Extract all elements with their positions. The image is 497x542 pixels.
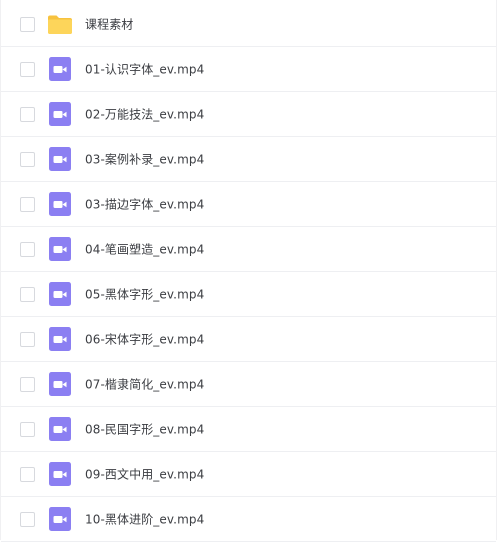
file-name[interactable]: 05-黑体字形_ev.mp4 (85, 286, 204, 303)
row-checkbox[interactable] (20, 332, 35, 347)
video-file-icon (47, 371, 73, 397)
row-checkbox[interactable] (20, 62, 35, 77)
folder-icon (47, 11, 73, 37)
row-checkbox[interactable] (20, 107, 35, 122)
file-row[interactable]: 03-案例补录_ev.mp4 (1, 137, 496, 182)
file-name[interactable]: 04-笔画塑造_ev.mp4 (85, 241, 204, 258)
file-row[interactable]: 02-万能技法_ev.mp4 (1, 92, 496, 137)
file-row[interactable]: 09-西文中用_ev.mp4 (1, 452, 496, 497)
file-row[interactable]: 03-描边字体_ev.mp4 (1, 182, 496, 227)
video-file-icon (47, 461, 73, 487)
video-file-icon (47, 101, 73, 127)
video-file-icon (47, 146, 73, 172)
file-name[interactable]: 02-万能技法_ev.mp4 (85, 106, 204, 123)
video-file-icon (47, 236, 73, 262)
file-row[interactable]: 04-笔画塑造_ev.mp4 (1, 227, 496, 272)
file-row[interactable]: 06-宋体字形_ev.mp4 (1, 317, 496, 362)
file-name[interactable]: 07-楷隶简化_ev.mp4 (85, 376, 204, 393)
row-checkbox[interactable] (20, 512, 35, 527)
folder-row[interactable]: 课程素材 (1, 2, 496, 47)
video-file-icon (47, 56, 73, 82)
video-file-icon (47, 191, 73, 217)
video-file-icon (47, 326, 73, 352)
file-name[interactable]: 09-西文中用_ev.mp4 (85, 466, 204, 483)
file-row[interactable]: 01-认识字体_ev.mp4 (1, 47, 496, 92)
row-checkbox[interactable] (20, 377, 35, 392)
video-file-icon (47, 281, 73, 307)
row-checkbox[interactable] (20, 197, 35, 212)
file-row[interactable]: 08-民国字形_ev.mp4 (1, 407, 496, 452)
file-name[interactable]: 03-案例补录_ev.mp4 (85, 151, 204, 168)
file-name[interactable]: 10-黑体进阶_ev.mp4 (85, 511, 204, 528)
row-checkbox[interactable] (20, 152, 35, 167)
file-name[interactable]: 课程素材 (85, 16, 133, 33)
file-name[interactable]: 03-描边字体_ev.mp4 (85, 196, 204, 213)
file-row[interactable]: 07-楷隶简化_ev.mp4 (1, 362, 496, 407)
row-checkbox[interactable] (20, 242, 35, 257)
video-file-icon (47, 416, 73, 442)
file-row[interactable]: 05-黑体字形_ev.mp4 (1, 272, 496, 317)
file-name[interactable]: 06-宋体字形_ev.mp4 (85, 331, 204, 348)
row-checkbox[interactable] (20, 287, 35, 302)
file-name[interactable]: 08-民国字形_ev.mp4 (85, 421, 204, 438)
row-checkbox[interactable] (20, 17, 35, 32)
row-checkbox[interactable] (20, 422, 35, 437)
file-name[interactable]: 01-认识字体_ev.mp4 (85, 61, 204, 78)
row-checkbox[interactable] (20, 467, 35, 482)
video-file-icon (47, 506, 73, 532)
file-list: 课程素材 01-认识字体_ev.mp4 02-万能技法_ev.mp4 03-案例… (0, 0, 497, 542)
file-row[interactable]: 10-黑体进阶_ev.mp4 (1, 497, 496, 542)
